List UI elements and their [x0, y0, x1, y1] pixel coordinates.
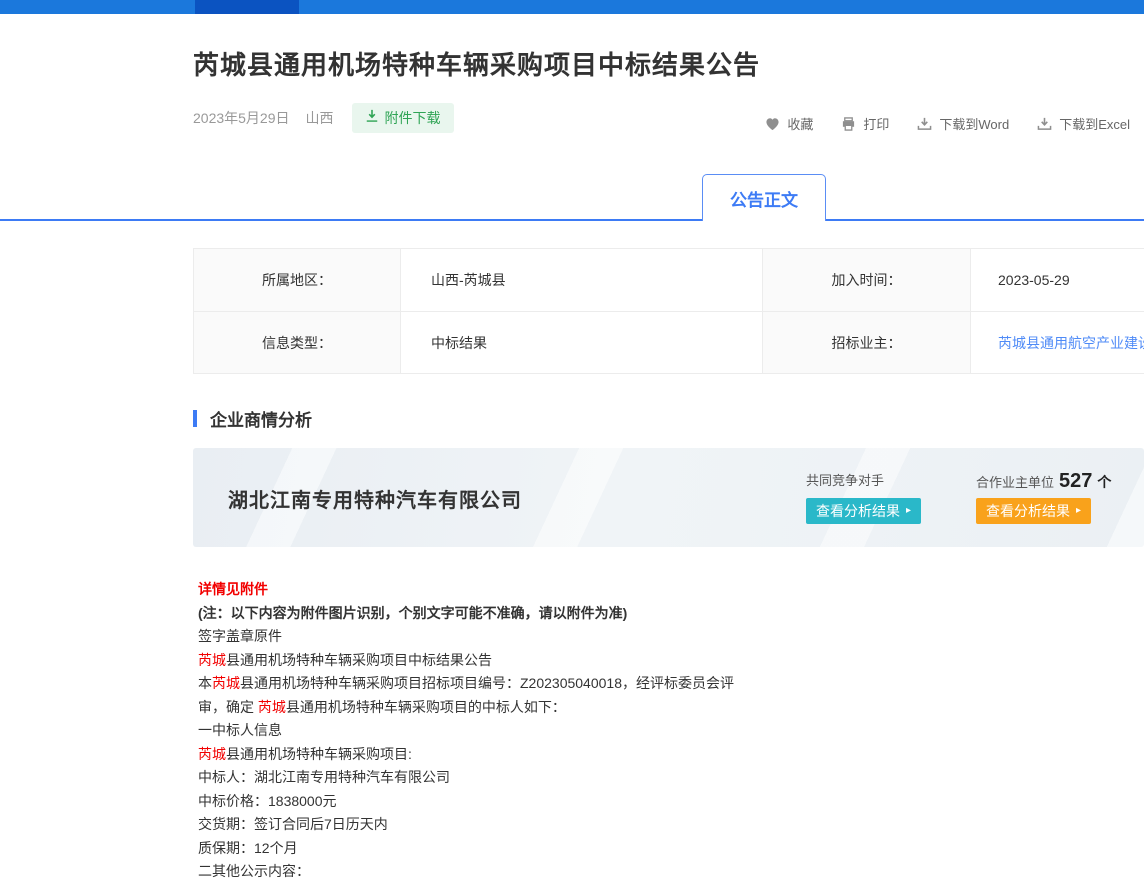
article-line: 详情见附件: [198, 578, 1144, 602]
highlighted-keyword: 芮城: [198, 652, 226, 668]
article-text: 详情见附件: [198, 581, 268, 597]
article-text: 中标人：湖北江南专用特种汽车有限公司: [198, 769, 450, 785]
article-line: 中标价格：1838000元: [198, 790, 1144, 814]
info-label: 招标业主：: [763, 311, 971, 373]
partners-label-text: 合作业主单位: [976, 472, 1054, 491]
article-line: 本芮城县通用机场特种车辆采购项目招标项目编号：Z202305040018，经评标…: [198, 672, 1144, 696]
info-value: 山西-芮城县: [401, 249, 763, 311]
company-name: 湖北江南专用特种汽车有限公司: [228, 484, 522, 513]
article-line: 中标人：湖北江南专用特种汽车有限公司: [198, 766, 1144, 790]
info-value-text: 山西-芮城县: [431, 270, 506, 290]
download-excel-button[interactable]: 下载到Excel: [1037, 114, 1130, 133]
highlighted-keyword: 芮城: [212, 675, 240, 691]
article-line: 交货期：签订合同后7日历天内: [198, 813, 1144, 837]
top-nav-active-segment[interactable]: [195, 0, 299, 14]
article-text: 本: [198, 675, 212, 691]
top-nav-bar: [0, 0, 1144, 14]
view-partners-button[interactable]: 查看分析结果 ▸: [976, 498, 1091, 524]
article-line: 二其他公示内容：: [198, 860, 1144, 878]
announcement-header: 芮城县通用机场特种车辆采购项目中标结果公告 2023年5月29日 山西 附件下载…: [0, 14, 1144, 131]
partners-unit: 个: [1097, 472, 1111, 492]
print-label: 打印: [863, 114, 889, 133]
view-competitors-button[interactable]: 查看分析结果 ▸: [806, 498, 921, 524]
article-text: 县通用机场特种车辆采购项目:: [226, 746, 412, 762]
article-text: 县通用机场特种车辆采购项目中标结果公告: [226, 652, 492, 668]
info-value: 2023-05-29: [971, 249, 1144, 311]
highlighted-keyword: 芮城: [198, 746, 226, 762]
download-word-button[interactable]: 下载到Word: [917, 114, 1009, 133]
article-line: (注：以下内容为附件图片识别，个别文字可能不准确，请以附件为准): [198, 602, 1144, 626]
tab-bar: 公告正文: [0, 174, 1144, 221]
article-text: 中标价格：1838000元: [198, 793, 337, 809]
download-icon: [1037, 117, 1052, 131]
company-analysis-card: 湖北江南专用特种汽车有限公司 共同竞争对手 查看分析结果 ▸ 合作业主单位 52…: [193, 448, 1144, 547]
article-line: 审，确定 芮城县通用机场特种车辆采购项目的中标人如下：: [198, 696, 1144, 720]
info-value: 中标结果: [401, 311, 763, 373]
article-line: 签字盖章原件: [198, 625, 1144, 649]
download-excel-label: 下载到Excel: [1059, 114, 1130, 133]
article-line: 芮城县通用机场特种车辆采购项目:: [198, 743, 1144, 767]
info-table: 所属地区： 山西-芮城县 加入时间： 2023-05-29 信息类型： 中标结果 招标业主：…: [193, 248, 1144, 374]
article-text: 质保期：12个月: [198, 840, 298, 856]
header-actions: 收藏 打印 下载到Word 下载到Excel: [765, 114, 1130, 133]
view-competitors-label: 查看分析结果: [816, 501, 900, 521]
section-accent-bar: [193, 410, 197, 427]
article-text: 县通用机场特种车辆采购项目的中标人如下：: [286, 699, 566, 715]
info-label: 信息类型：: [194, 311, 401, 373]
arrow-right-icon: ▸: [1076, 505, 1081, 516]
download-word-label: 下载到Word: [939, 114, 1009, 133]
download-icon: [917, 117, 932, 131]
article-text: 一中标人信息: [198, 722, 282, 738]
article-text: 审，确定: [198, 699, 258, 715]
competitors-label: 共同竞争对手: [806, 470, 921, 494]
info-value-text: 中标结果: [431, 333, 487, 353]
info-label: 所属地区：: [194, 249, 401, 311]
publish-date: 2023年5月29日: [193, 108, 290, 128]
article-text: 二其他公示内容：: [198, 863, 310, 878]
attachment-download-button[interactable]: 附件下载: [352, 103, 454, 133]
owner-link[interactable]: 芮城县通用航空产业建设发: [998, 333, 1144, 353]
page-title: 芮城县通用机场特种车辆采购项目中标结果公告: [193, 45, 1144, 82]
printer-icon: [841, 117, 856, 131]
partners-label: 合作业主单位 527个: [976, 470, 1111, 494]
print-button[interactable]: 打印: [841, 114, 889, 133]
article-text: 县通用机场特种车辆采购项目招标项目编号：Z202305040018，经评标委员会…: [240, 675, 734, 691]
main-content: 所属地区： 山西-芮城县 加入时间： 2023-05-29 信息类型： 中标结果 招标业主：…: [193, 248, 1144, 878]
article-text: 签字盖章原件: [198, 628, 282, 644]
download-icon: [365, 109, 379, 126]
info-label: 加入时间：: [763, 249, 971, 311]
article-text: 交货期：签订合同后7日历天内: [198, 816, 388, 832]
favorite-button[interactable]: 收藏: [765, 114, 813, 133]
info-value-text: 2023-05-29: [998, 272, 1070, 288]
article-line: 芮城县通用机场特种车辆采购项目中标结果公告: [198, 649, 1144, 673]
tab-announcement-body[interactable]: 公告正文: [702, 174, 826, 221]
info-value: 芮城县通用航空产业建设发: [971, 311, 1144, 373]
attachment-download-label: 附件下载: [385, 108, 441, 128]
partners-count: 527: [1059, 470, 1092, 493]
competitors-group: 共同竞争对手 查看分析结果 ▸: [806, 470, 921, 524]
section-header: 企业商情分析: [193, 406, 1144, 431]
partners-group: 合作业主单位 527个 查看分析结果 ▸: [976, 470, 1111, 524]
favorite-label: 收藏: [787, 114, 813, 133]
view-partners-label: 查看分析结果: [986, 501, 1070, 521]
article-line: 一中标人信息: [198, 719, 1144, 743]
province-label: 山西: [306, 108, 334, 128]
article-line: 质保期：12个月: [198, 837, 1144, 861]
article-text: (注：以下内容为附件图片识别，个别文字可能不准确，请以附件为准): [198, 605, 627, 621]
section-title: 企业商情分析: [210, 406, 312, 431]
arrow-right-icon: ▸: [906, 505, 911, 516]
heart-icon: [765, 117, 780, 131]
highlighted-keyword: 芮城: [258, 699, 286, 715]
announcement-article: 详情见附件 (注：以下内容为附件图片识别，个别文字可能不准确，请以附件为准) 签字盖…: [198, 578, 1144, 878]
